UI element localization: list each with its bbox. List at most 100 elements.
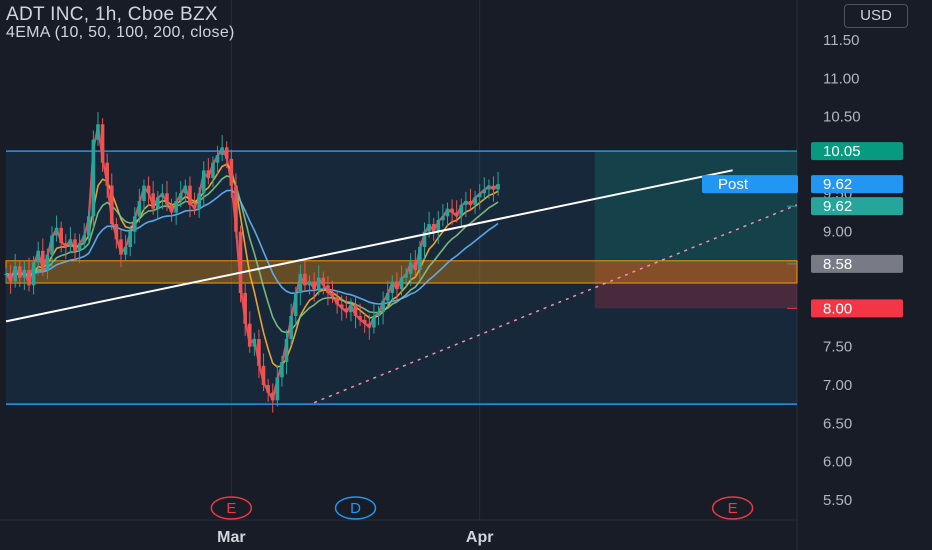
- candle-body-67: [312, 281, 316, 290]
- candle-body-16: [77, 243, 82, 251]
- candle-body-46: [215, 155, 220, 163]
- candle-body-17: [82, 235, 86, 244]
- candle-body-92: [427, 224, 431, 232]
- candle-body-11: [54, 227, 59, 236]
- candle-body-9: [45, 254, 50, 270]
- candle-body-52: [243, 293, 247, 324]
- candle-body-101: [468, 201, 473, 205]
- candle-body-35: [165, 193, 169, 205]
- price-chart[interactable]: 11.5011.0010.509.509.007.507.006.506.005…: [0, 0, 932, 550]
- position-profit-zone: [594, 151, 797, 264]
- candle-body-20: [96, 124, 100, 140]
- candle-body-88: [408, 262, 413, 274]
- candle-body-8: [40, 250, 45, 270]
- candle-body-83: [385, 293, 390, 301]
- candle-body-1: [8, 273, 13, 282]
- candle-body-39: [183, 185, 188, 194]
- price-tick-label: 5.50: [823, 492, 852, 509]
- price-tick-label: 7.50: [823, 339, 852, 356]
- candle-body-47: [220, 147, 224, 155]
- event-marker-label-0: E: [226, 500, 236, 517]
- candle-body-51: [238, 231, 243, 293]
- candle-body-23: [109, 185, 114, 224]
- candle-body-94: [436, 220, 441, 232]
- candle-body-34: [160, 193, 165, 198]
- price-tag-label-2: 9.62: [823, 198, 852, 215]
- price-tag-label-0: 10.05: [823, 143, 861, 160]
- candle-body-19: [91, 139, 96, 217]
- candle-body-105: [487, 185, 491, 190]
- candle-body-84: [390, 281, 395, 293]
- candle-body-65: [303, 273, 307, 286]
- candle-body-24: [114, 224, 119, 240]
- candle-body-107: [496, 184, 500, 190]
- price-tick-label: 6.50: [823, 415, 852, 432]
- candle-body-63: [293, 293, 298, 316]
- candle-body-77: [358, 316, 362, 320]
- candle-body-45: [211, 162, 215, 178]
- candle-body-100: [464, 201, 468, 205]
- candle-body-71: [330, 293, 335, 297]
- candle-body-31: [146, 185, 151, 194]
- candle-body-78: [362, 319, 367, 324]
- price-tag-label-4: 8.00: [823, 300, 852, 317]
- candle-body-90: [418, 247, 422, 270]
- candle-body-96: [445, 208, 450, 217]
- candle-body-48: [224, 147, 229, 159]
- candle-body-43: [201, 170, 206, 194]
- candle-body-69: [321, 277, 326, 286]
- event-marker-label-2: E: [728, 500, 738, 517]
- candle-body-93: [431, 224, 436, 232]
- candle-body-85: [395, 281, 399, 290]
- candle-body-50: [234, 185, 238, 232]
- candle-body-57: [266, 385, 270, 393]
- candle-body-59: [275, 377, 280, 401]
- candle-body-62: [289, 316, 293, 339]
- candle-body-102: [473, 197, 477, 205]
- candle-body-41: [192, 204, 197, 209]
- candle-body-75: [349, 304, 353, 313]
- candle-body-81: [376, 312, 381, 316]
- candle-body-82: [381, 300, 385, 313]
- candle-body-89: [413, 262, 418, 270]
- price-tag-label-3: 8.58: [823, 256, 852, 273]
- candle-body-13: [63, 243, 68, 247]
- price-tick-label: 10.50: [823, 109, 861, 126]
- candle-body-2: [13, 266, 17, 282]
- candle-body-87: [404, 273, 408, 278]
- candle-body-60: [280, 362, 284, 378]
- candle-body-42: [197, 193, 201, 209]
- candle-body-38: [178, 193, 183, 201]
- candle-body-30: [142, 185, 146, 201]
- candle-body-18: [86, 216, 91, 236]
- candle-body-61: [284, 339, 289, 362]
- candle-body-15: [73, 239, 77, 251]
- candle-body-5: [27, 270, 31, 286]
- candle-body-97: [450, 208, 454, 213]
- post-market-label: Post: [718, 176, 749, 193]
- candle-body-49: [229, 158, 234, 186]
- candle-body-28: [132, 216, 137, 232]
- candle-body-66: [307, 281, 312, 286]
- indicator-legend[interactable]: 4EMA (10, 50, 100, 200, close): [6, 24, 235, 42]
- candle-body-56: [261, 365, 266, 385]
- candle-body-3: [17, 266, 22, 278]
- candle-body-79: [367, 323, 372, 328]
- price-tick-label: 7.00: [823, 377, 852, 394]
- candle-body-44: [206, 170, 211, 178]
- candle-body-37: [174, 201, 178, 213]
- candle-body-12: [59, 227, 63, 244]
- price-tick-label: 11.00: [823, 70, 859, 87]
- candle-body-64: [298, 273, 303, 293]
- candle-body-10: [50, 235, 54, 255]
- time-tick-label-0: Mar: [217, 529, 245, 546]
- candle-body-74: [344, 308, 349, 313]
- candle-body-72: [335, 296, 339, 305]
- currency-button[interactable]: USD: [844, 4, 908, 28]
- candle-body-54: [252, 339, 257, 347]
- candle-body-80: [372, 316, 376, 328]
- candle-body-58: [270, 392, 275, 401]
- candle-body-29: [137, 201, 142, 217]
- candle-body-0: [4, 273, 8, 275]
- post-market-badge: [702, 175, 798, 194]
